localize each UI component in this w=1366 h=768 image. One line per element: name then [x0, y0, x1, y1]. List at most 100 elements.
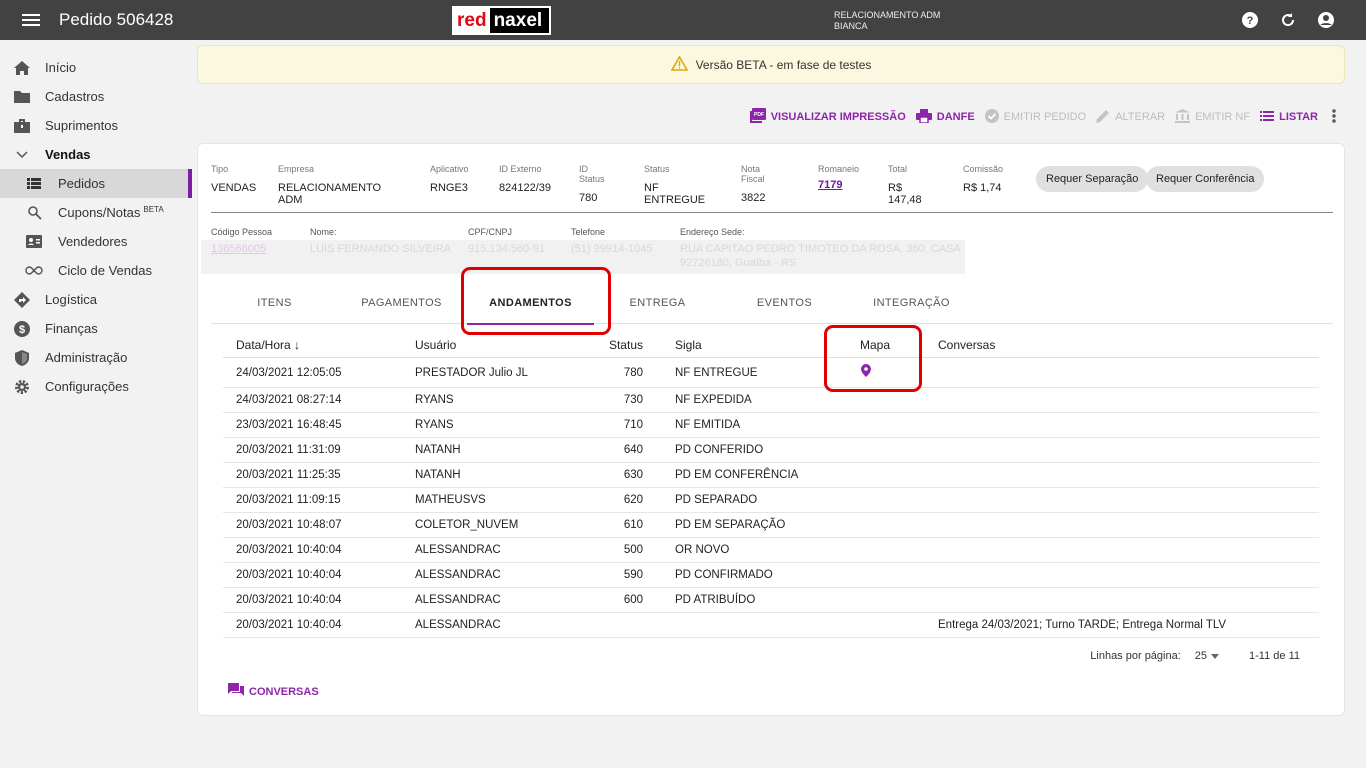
table-row[interactable]: 20/03/2021 10:48:07 COLETOR_NUVEM 610 PD…	[223, 513, 1319, 538]
home-icon	[13, 60, 31, 75]
table-row[interactable]: 24/03/2021 08:27:14 RYANS 730 NF EXPEDID…	[223, 388, 1319, 413]
sidebar: Início Cadastros Suprimentos Vendas Pedi…	[0, 40, 192, 768]
field-nota-fiscal: Nota Fiscal 3822	[741, 164, 766, 204]
field-id-status: ID Status 780	[579, 164, 605, 204]
sidebar-item-suprimentos[interactable]: Suprimentos	[0, 111, 192, 140]
check-circle-icon	[984, 108, 999, 126]
page-title: Pedido 506428	[59, 10, 174, 29]
conversas-button[interactable]: CONVERSAS	[228, 683, 319, 700]
svg-text:$: $	[19, 324, 25, 336]
user-name: BIANCA	[834, 21, 868, 31]
listar-button[interactable]: LISTAR	[1260, 110, 1318, 124]
table-row[interactable]: 20/03/2021 10:40:04 ALESSANDRAC Entrega …	[223, 613, 1319, 638]
svg-text:?: ?	[1247, 15, 1254, 27]
andamentos-table: Data/Hora ↓ Usuário Status Sigla Mapa Co…	[223, 332, 1319, 638]
help-icon[interactable]: ?	[1240, 10, 1260, 30]
col-conversas[interactable]: Conversas	[938, 338, 995, 352]
divider	[211, 212, 1333, 213]
danfe-button[interactable]: DANFE	[915, 108, 975, 126]
refresh-icon[interactable]	[1278, 10, 1298, 30]
codigo-pessoa-link[interactable]: 136568005	[211, 243, 272, 255]
rednaxel-logo: red naxel	[452, 6, 551, 35]
warning-icon	[670, 54, 688, 74]
sidebar-item-administracao[interactable]: Administração	[0, 343, 192, 372]
pdf-icon: PDF	[749, 108, 766, 126]
company-name: RELACIONAMENTO ADM	[834, 10, 941, 20]
table-row[interactable]: 20/03/2021 11:31:09 NATANH 640 PD CONFER…	[223, 438, 1319, 463]
emitir-pedido-button[interactable]: EMITIR PEDIDO	[984, 108, 1086, 126]
sidebar-item-label: Suprimentos	[45, 118, 118, 133]
field-status: Status NF ENTREGUE	[644, 164, 706, 206]
receipt-search-icon	[25, 205, 43, 220]
sidebar-item-inicio[interactable]: Início	[0, 53, 192, 82]
tab-eventos[interactable]: EVENTOS	[721, 282, 848, 324]
sidebar-item-label: Pedidos	[58, 176, 105, 191]
sidebar-item-pedidos[interactable]: Pedidos	[0, 169, 192, 198]
table-row[interactable]: 20/03/2021 10:40:04 ALESSANDRAC 500 OR N…	[223, 538, 1319, 563]
sidebar-item-logistica[interactable]: Logística	[0, 285, 192, 314]
menu-icon[interactable]	[22, 14, 40, 26]
pencil-icon	[1096, 109, 1110, 126]
caret-down-icon	[1211, 650, 1220, 662]
tab-integracao[interactable]: INTEGRAÇÃO	[848, 282, 975, 324]
sidebar-item-configuracoes[interactable]: Configurações	[0, 372, 192, 401]
tab-itens[interactable]: ITENS	[211, 282, 338, 324]
field-cpf: CPF/CNPJ 915.134.560-91	[468, 227, 546, 255]
sidebar-item-cupons[interactable]: Cupons/Notas BETA	[0, 198, 192, 227]
col-status[interactable]: Status	[553, 338, 643, 352]
col-data-hora[interactable]: Data/Hora ↓	[236, 338, 300, 352]
sidebar-item-vendas[interactable]: Vendas	[0, 140, 192, 169]
printer-icon	[915, 108, 932, 126]
rows-per-page-label: Linhas por página:	[1090, 650, 1181, 662]
table-pagination: Linhas por página: 25 1-11 de 11	[1090, 650, 1300, 662]
user-info: RELACIONAMENTO ADM BIANCA	[834, 10, 940, 32]
table-row[interactable]: 20/03/2021 10:40:04 ALESSANDRAC 590 PD C…	[223, 563, 1319, 588]
table-row[interactable]: 24/03/2021 12:05:05 PRESTADOR Julio JL 7…	[223, 358, 1319, 388]
top-app-bar: Pedido 506428 red naxel RELACIONAMENTO A…	[0, 0, 1366, 40]
field-telefone: Telefone (51) 99914-1045	[571, 227, 653, 255]
banner-text: Versão BETA - em fase de testes	[695, 57, 872, 72]
more-vert-icon[interactable]	[1332, 108, 1336, 126]
order-card: Tipo VENDAS Empresa RELACIONAMENTO ADM Apl…	[197, 143, 1345, 716]
romaneio-link[interactable]: 7179	[818, 179, 859, 191]
alterar-button[interactable]: ALTERAR	[1096, 109, 1165, 126]
table-row[interactable]: 20/03/2021 11:09:15 MATHEUSVS 620 PD SEP…	[223, 488, 1319, 513]
sidebar-item-cadastros[interactable]: Cadastros	[0, 82, 192, 111]
arrow-down-icon: ↓	[294, 337, 301, 352]
field-tipo: Tipo VENDAS	[211, 164, 257, 194]
table-row[interactable]: 20/03/2021 10:40:04 ALESSANDRAC 600 PD A…	[223, 588, 1319, 613]
chevron-down-icon	[13, 150, 31, 159]
account-icon[interactable]	[1316, 10, 1336, 30]
col-sigla[interactable]: Sigla	[675, 338, 702, 352]
directions-icon	[13, 291, 31, 308]
emitir-nf-button[interactable]: EMITIR NF	[1175, 108, 1250, 126]
folder-icon	[13, 90, 31, 103]
field-endereco: Endereço Sede: RUA CAPITAO PEDRO TIMOTEO …	[680, 227, 961, 269]
table-row[interactable]: 20/03/2021 11:25:35 NATANH 630 PD EM CON…	[223, 463, 1319, 488]
sidebar-item-label: Início	[45, 60, 77, 75]
tab-entrega[interactable]: ENTREGA	[594, 282, 721, 324]
list-icon	[1260, 110, 1275, 124]
sidebar-item-label: Configurações	[45, 379, 129, 394]
field-romaneio: Romaneio 7179	[818, 164, 860, 191]
rows-per-page-select[interactable]: 25	[1195, 650, 1220, 662]
field-aplicativo: Aplicativo RNGE3	[430, 164, 469, 194]
sidebar-item-label: Administração	[45, 350, 128, 365]
sidebar-item-vendedores[interactable]: Vendedores	[0, 227, 192, 256]
visualizar-impressao-button[interactable]: PDF VISUALIZAR IMPRESSÃO	[749, 108, 906, 126]
sidebar-item-label: Vendas	[45, 147, 91, 162]
sidebar-item-label: Finanças	[45, 321, 98, 336]
requer-conferencia-chip[interactable]: Requer Conferência	[1146, 166, 1265, 192]
page-range: 1-11 de 11	[1249, 650, 1300, 662]
list-icon	[25, 178, 43, 189]
col-usuario[interactable]: Usuário	[415, 338, 456, 352]
field-total: Total R$ 147,48	[888, 164, 922, 206]
requer-separacao-chip[interactable]: Requer Separação	[1036, 166, 1149, 192]
sidebar-item-financas[interactable]: $ Finanças	[0, 314, 192, 343]
sidebar-item-label: Vendedores	[58, 234, 128, 249]
action-toolbar: PDF VISUALIZAR IMPRESSÃO DANFE EMITIR PE…	[749, 108, 1336, 126]
sidebar-item-label: Logística	[45, 292, 98, 307]
tab-pagamentos[interactable]: PAGAMENTOS	[338, 282, 465, 324]
sidebar-item-ciclo[interactable]: Ciclo de Vendas	[0, 256, 192, 285]
table-row[interactable]: 23/03/2021 16:48:45 RYANS 710 NF EMITIDA	[223, 413, 1319, 438]
